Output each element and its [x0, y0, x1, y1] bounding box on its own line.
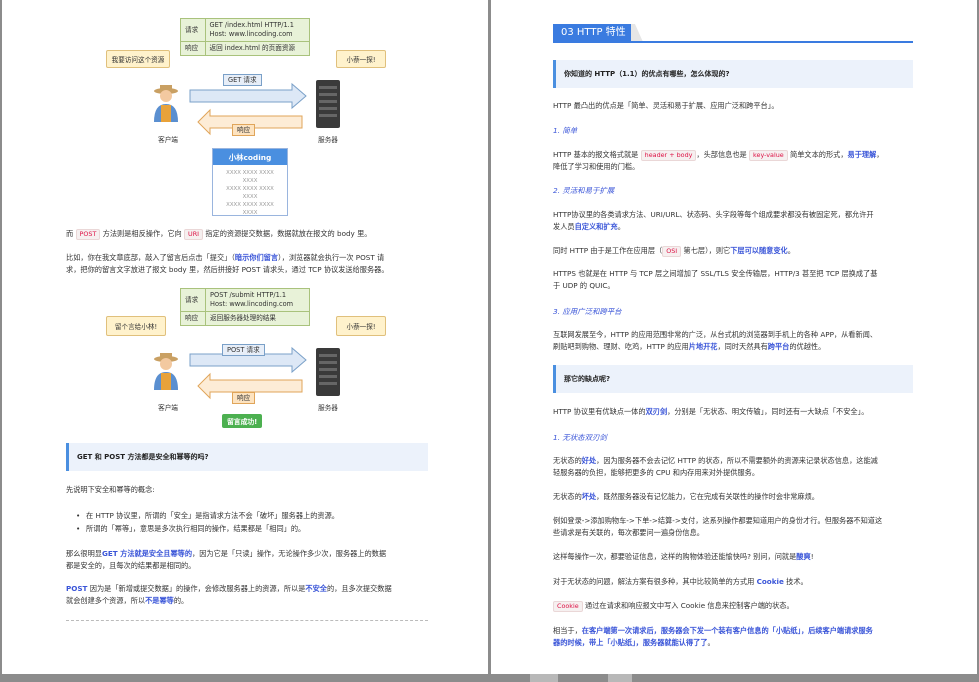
- section-title: 03 HTTP 特性: [553, 24, 634, 42]
- cookie-solution-paragraph: 对于无状态的问题，解法方案有很多种，其中比较简单的方式用 Cookie 技术。: [553, 577, 808, 586]
- client-label: 客户端: [158, 404, 178, 412]
- response-tag: 响应: [232, 392, 256, 404]
- webpage-card-title: 小林coding: [213, 149, 287, 165]
- section-divider: [66, 620, 428, 621]
- comment-success-badge: 留言成功!: [222, 414, 263, 428]
- double-edged-paragraph: HTTP 协议里有优缺点一体的双刃剑，分别是「无状态、明文传输」，同时还有一大缺…: [553, 407, 869, 416]
- https-paragraph: HTTPS 也就是在 HTTP 与 TCP 层之间增加了 SSL/TLS 安全传…: [553, 269, 878, 290]
- server-label: 服务器: [318, 136, 338, 144]
- get-request-tag: GET 请求: [223, 74, 262, 86]
- client-label: 客户端: [158, 136, 178, 144]
- verify-paragraph: 这样每操作一次，都要验证信息，这样的购物体验还能愉快吗? 别问，问就是酸爽!: [553, 552, 814, 561]
- client-person-icon: [154, 85, 178, 122]
- post-safety-paragraph: POST 因为是「新增或提交数据」的操作，会修改服务器上的资源，所以是不安全的，…: [66, 584, 392, 605]
- viewer-toolbar-button[interactable]: [608, 674, 632, 682]
- hint-link[interactable]: 暗示你们留言: [235, 253, 278, 262]
- sticker-analogy-paragraph: 相当于，在客户端第一次请求后，服务器会下发一个装有客户信息的「小贴纸」，后续客户…: [553, 626, 873, 647]
- advantages-summary: HTTP 最凸出的优点是「简单、灵活和易于扩展、应用广泛和跨平台」。: [553, 101, 779, 110]
- server-label: 服务器: [318, 404, 338, 412]
- title-corner-icon: [631, 24, 643, 42]
- flexible-paragraph: HTTP协议里的各类请求方法、URI/URL、状态码、头字段等每个组成要求都没有…: [553, 210, 874, 231]
- post-intro-paragraph: 而 POST 方法则是相反操作，它向 URI 指定的资源提交数据，数据就放在报文…: [66, 229, 372, 240]
- client-speech-bubble: 我要访问这个资源: [106, 50, 170, 68]
- webpage-card-body: XXXX XXXX XXXX XXXX XXXX XXXX XXXX XXXX …: [226, 170, 274, 216]
- client-speech-bubble: 留个言给小林!: [106, 316, 166, 336]
- get-request-table: 请求 GET /index.html HTTP/1.1 Host: www.lin…: [180, 18, 311, 56]
- heading-flexible: 2. 灵活和易于扩展: [553, 186, 615, 195]
- bullet-idempotent: 所谓的「幂等」，意思是多次执行相同的操作，结果都是「相同」的。: [76, 523, 305, 535]
- layer-paragraph: 同时 HTTP 由于是工作在应用层（ OSI 第七层），则它下层可以随意变化。: [553, 246, 795, 257]
- safety-question-callout: GET 和 POST 方法都是安全和幂等的吗?: [66, 443, 428, 471]
- webpage-card: 小林coding XXXX XXXX XXXX XXXX XXXX XXXX X…: [212, 148, 288, 216]
- get-safety-paragraph: 那么很明显GET 方法就是安全且幂等的，因为它是「只读」操作，无论操作多少次，服…: [66, 549, 387, 570]
- section-underline: [553, 41, 913, 43]
- shopping-example-paragraph: 例如登录->添加购物车->下单->结算->支付，这系列操作都要知道用户的身份才行…: [553, 516, 883, 537]
- bullet-safe: 在 HTTP 协议里，所谓的「安全」是指请求方法不会「破坏」服务器上的资源。: [76, 510, 339, 522]
- document-viewer: 请求 GET /index.html HTTP/1.1 Host: www.lin…: [0, 0, 979, 682]
- page-left: 请求 GET /index.html HTTP/1.1 Host: www.lin…: [2, 0, 488, 674]
- stateless-benefit-paragraph: 无状态的好处，因为服务器不会去记忆 HTTP 的状态，所以不需要额外的资源来记录…: [553, 456, 878, 477]
- stateless-drawback-paragraph: 无状态的坏处，既然服务器没有记忆能力，它在完成有关联性的操作时会非常麻烦。: [553, 492, 819, 501]
- post-request-table: 请求 POST /submit HTTP/1.1 Host: www.lincod…: [179, 288, 310, 326]
- client-person-icon: [154, 353, 178, 390]
- server-icon: [316, 80, 340, 128]
- post-example-paragraph: 比如，你在我文章底部，敲入了留言后点击「提交」（暗示你们留言），浏览器就会执行一…: [66, 253, 389, 274]
- get-request-diagram: 请求 GET /index.html HTTP/1.1 Host: www.lin…: [2, 10, 488, 216]
- post-request-tag: POST 请求: [222, 344, 265, 356]
- viewer-toolbar-button[interactable]: [530, 674, 558, 682]
- cookie-definition-paragraph: Cookie 通过在请求和响应报文中写入 Cookie 信息来控制客户端的状态。: [553, 600, 794, 612]
- wide-use-paragraph: 互联网发展至今，HTTP 的应用范围非常的广泛，从台式机的浏览器到手机上的各种 …: [553, 330, 878, 351]
- response-tag: 响应: [232, 124, 256, 136]
- simple-paragraph: HTTP 基本的报文格式就是 header + body ，头部信息也是 key-…: [553, 150, 884, 171]
- server-speech-bubble: 小萘一探!: [336, 50, 386, 68]
- heading-simple: 1. 简单: [553, 126, 578, 135]
- advantages-question-callout: 你知道的 HTTP（1.1）的优点有哪些，怎么体现的?: [553, 60, 913, 88]
- server-speech-bubble: 小萘一探!: [336, 316, 386, 336]
- heading-stateless: 1. 无状态双刃剑: [553, 433, 607, 442]
- heading-wide-use: 3. 应用广泛和跨平台: [553, 307, 622, 316]
- page-right: 03 HTTP 特性 你知道的 HTTP（1.1）的优点有哪些，怎么体现的? H…: [491, 0, 977, 674]
- disadvantages-question-callout: 那它的缺点呢?: [553, 365, 913, 393]
- server-icon: [316, 348, 340, 396]
- concept-intro: 先说明下安全和幂等的概念:: [66, 485, 155, 494]
